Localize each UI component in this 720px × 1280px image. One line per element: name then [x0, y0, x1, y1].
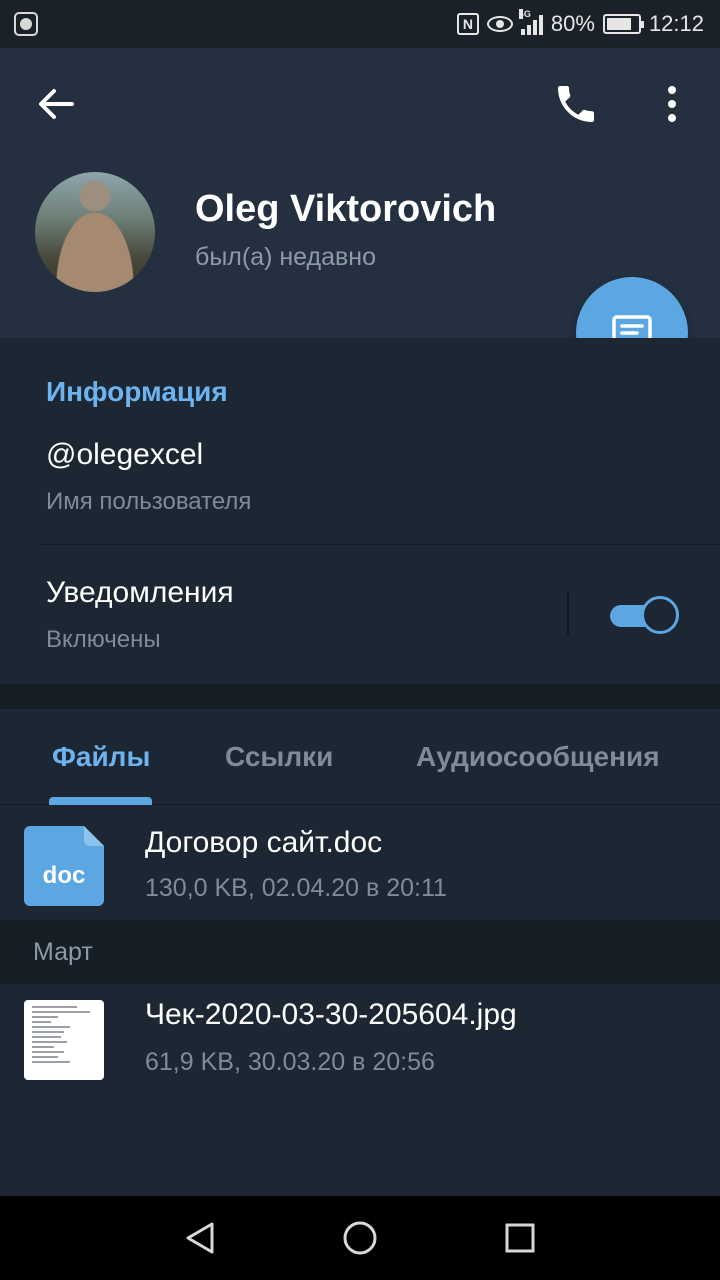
phone-icon: [558, 86, 594, 122]
clock: 12:12: [648, 11, 704, 36]
file-meta: 130,0 KB, 02.04.20 в 20:11: [145, 874, 447, 902]
back-button[interactable]: [36, 86, 76, 122]
profile-status: был(а) недавно: [195, 243, 377, 271]
receipt-thumbnail: [24, 1000, 104, 1080]
more-options-button[interactable]: [656, 84, 688, 124]
nav-recents-icon[interactable]: [504, 1222, 536, 1254]
info-title: Информация: [46, 376, 228, 407]
section-gap: [0, 684, 720, 709]
nav-back-icon[interactable]: [182, 1220, 218, 1256]
empty-space: [0, 1099, 720, 1196]
file-meta: 61,9 KB, 30.03.20 в 20:56: [145, 1048, 435, 1076]
profile-name: Oleg Viktorovich: [195, 188, 497, 230]
notification-app-icon: [14, 12, 38, 36]
file-name: Чек-2020-03-30-205604.jpg: [145, 998, 517, 1031]
month-section-header: Март: [0, 920, 720, 984]
list-item[interactable]: doc Договор сайт.doc 130,0 KB, 02.04.20 …: [0, 806, 720, 921]
tab-links[interactable]: Ссылки: [225, 741, 333, 773]
battery-percent: 80%: [550, 11, 595, 36]
arrow-left-icon: [39, 89, 74, 119]
divider: [40, 544, 720, 545]
notifications-toggle[interactable]: [610, 596, 679, 636]
info-section: Информация @olegexcel Имя пользователя У…: [0, 338, 720, 684]
notifications-value: Включены: [46, 626, 161, 653]
divider: [567, 592, 569, 636]
nfc-icon: N: [456, 13, 479, 35]
tab-files[interactable]: Файлы: [52, 741, 150, 773]
document-icon: doc: [24, 826, 104, 906]
active-tab-indicator: [49, 797, 152, 805]
list-item[interactable]: Чек-2020-03-30-205604.jpg 61,9 KB, 30.03…: [0, 984, 720, 1099]
document-type-label: doc: [43, 862, 86, 889]
username-label: Имя пользователя: [46, 488, 252, 515]
eye-comfort-icon: [486, 16, 513, 32]
tab-voice-messages[interactable]: Аудиосообщения: [416, 741, 660, 773]
notifications-title[interactable]: Уведомления: [46, 576, 234, 610]
system-navigation-bar: [0, 1196, 720, 1280]
media-tabs: Файлы Ссылки Аудиосообщения: [0, 709, 720, 805]
status-bar: N 4G 80% 12:12: [0, 0, 720, 48]
month-label: Март: [33, 938, 93, 966]
battery-icon: [602, 14, 644, 34]
username-value[interactable]: @olegexcel: [46, 438, 203, 472]
nav-home-icon[interactable]: [342, 1220, 378, 1256]
file-name: Договор сайт.doc: [145, 826, 383, 859]
avatar[interactable]: [35, 172, 155, 292]
call-button[interactable]: [552, 80, 600, 128]
signal-icon: 4G: [518, 9, 543, 35]
more-vertical-icon: [668, 86, 676, 122]
